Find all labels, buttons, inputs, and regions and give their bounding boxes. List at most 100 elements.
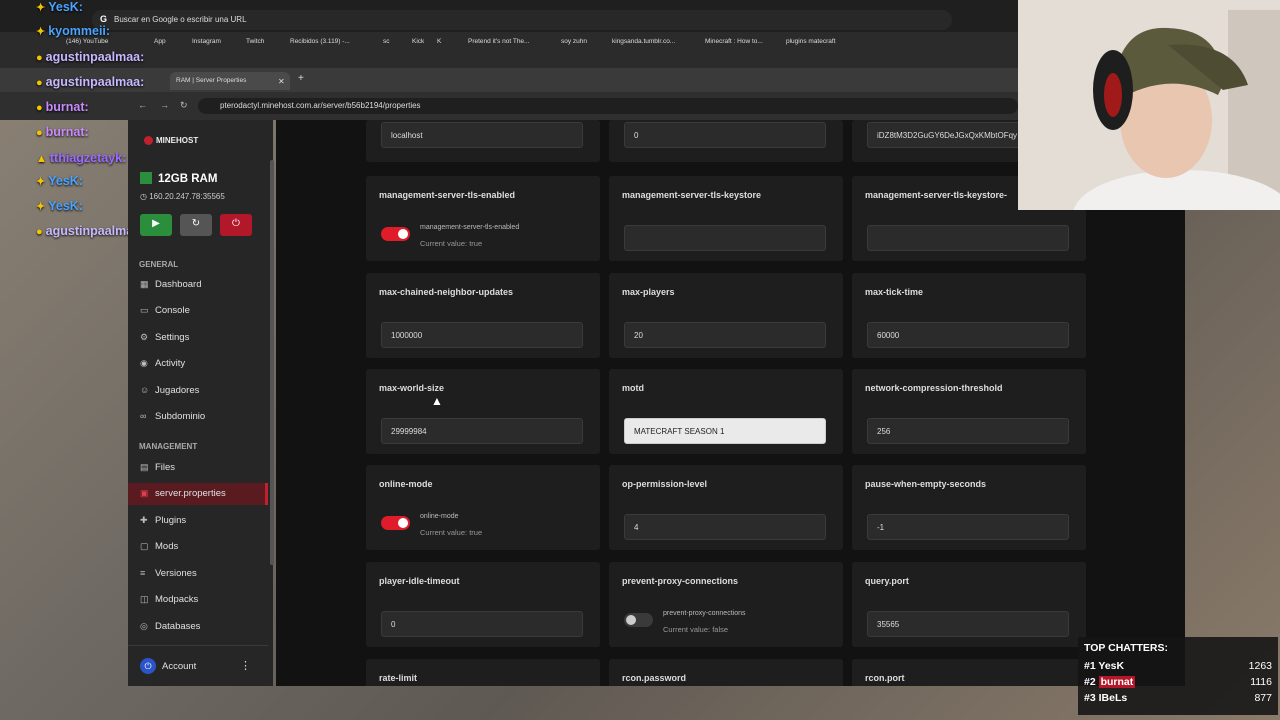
stop-button[interactable]: ⏻: [220, 214, 252, 236]
property-label: max-world-size: [379, 383, 445, 393]
sidebar-item-dashboard[interactable]: ▦ Dashboard: [128, 274, 268, 296]
property-input[interactable]: [867, 225, 1069, 251]
property-input[interactable]: -1: [867, 514, 1069, 540]
sidebar-item-server-properties[interactable]: ▣ server.properties: [128, 483, 268, 505]
property-label: op-permission-level: [622, 479, 708, 489]
property-card: prevent-proxy-connections prevent-proxy-…: [609, 562, 843, 647]
versions-icon: ≡: [140, 568, 146, 578]
toggle-name: online-mode: [420, 513, 459, 520]
badge-icon: ✦: [36, 26, 46, 38]
chat-message: ✦ YesK:: [36, 0, 83, 14]
property-card: 0: [609, 120, 843, 162]
property-card: pause-when-empty-seconds -1: [852, 465, 1086, 550]
property-card: player-idle-timeout 0: [366, 562, 600, 647]
management-section-header: MANAGEMENT: [139, 442, 198, 451]
url-field[interactable]: pterodactyl.minehost.com.ar/server/b56b2…: [198, 98, 1018, 114]
toggle-knob: [626, 615, 636, 625]
sidebar-item-plugins[interactable]: ✚ Plugins: [128, 510, 268, 532]
property-label: management-server-tls-keystore: [622, 190, 762, 200]
terminal-icon: ▭: [140, 305, 149, 315]
property-card: online-mode online-mode Current value: t…: [366, 465, 600, 550]
property-card: localhost: [366, 120, 600, 162]
property-input[interactable]: 20: [624, 322, 826, 348]
sidebar-item-modpacks[interactable]: ◫ Modpacks: [128, 589, 268, 611]
property-label: max-chained-neighbor-updates: [379, 287, 514, 297]
property-label: network-compression-threshold: [865, 383, 1003, 393]
property-input[interactable]: 256: [867, 418, 1069, 444]
bookmark[interactable]: plugins matecraft: [786, 38, 836, 45]
bookmark[interactable]: soy zuhn: [561, 38, 587, 45]
account-avatar-icon: ⏻: [140, 658, 156, 674]
badge-icon: ●: [36, 127, 43, 139]
bookmark[interactable]: K: [437, 38, 441, 45]
sidebar-item-console[interactable]: ▭ Console: [128, 300, 268, 322]
property-input[interactable]: localhost: [381, 122, 583, 148]
more-options-icon[interactable]: ⋮: [240, 659, 251, 672]
chat-message: ● agustinpaalmaa:: [36, 50, 145, 64]
toggle-knob: [398, 518, 408, 528]
property-toggle[interactable]: [624, 613, 653, 627]
chat-message: ✦ kyommeii:: [36, 24, 111, 38]
property-input[interactable]: 0: [381, 611, 583, 637]
property-input[interactable]: 1000000: [381, 322, 583, 348]
toggle-current-value: Current value: true: [420, 239, 483, 248]
property-toggle[interactable]: [381, 516, 410, 530]
restart-button[interactable]: ↻: [180, 214, 212, 236]
property-label: prevent-proxy-connections: [622, 576, 739, 586]
badge-icon: ✦: [36, 2, 46, 14]
bookmark[interactable]: kingsanda.tumblr.co...: [612, 38, 675, 45]
bookmark[interactable]: sc: [383, 38, 390, 45]
property-label: rcon.password: [622, 673, 687, 683]
property-label: pause-when-empty-seconds: [865, 479, 987, 489]
minehost-logo[interactable]: MINEHOST: [144, 136, 198, 146]
property-card: rcon.port: [852, 659, 1086, 686]
property-input[interactable]: 60000: [867, 322, 1069, 348]
property-label: online-mode: [379, 479, 433, 489]
server-ip: ◷ 160.20.247.78:35565: [140, 192, 225, 201]
toggle-name: management-server-tls-enabled: [420, 224, 520, 231]
account-menu[interactable]: ⏻ Account ⋮: [128, 645, 268, 683]
sidebar-item-files[interactable]: ▤ Files: [128, 457, 268, 479]
bookmark[interactable]: Minecraft : How to...: [705, 38, 763, 45]
property-input[interactable]: 4: [624, 514, 826, 540]
gear-icon: ⚙: [140, 332, 149, 342]
toggle-name: prevent-proxy-connections: [663, 610, 746, 617]
property-label: motd: [622, 383, 644, 393]
bookmark[interactable]: Pretend it's not The...: [468, 38, 529, 45]
sidebar-item-versiones[interactable]: ≡ Versiones: [128, 563, 268, 585]
sidebar-item-activity[interactable]: ◉ Activity: [128, 353, 268, 375]
sidebar-item-jugadores[interactable]: ☺ Jugadores: [128, 380, 268, 402]
property-card: max-chained-neighbor-updates 1000000: [366, 273, 600, 358]
new-tab-icon[interactable]: +: [298, 73, 304, 84]
top-chatters-header: TOP CHATTERS:: [1084, 642, 1169, 654]
top-chatters-panel: TOP CHATTERS: #1 YesK 1263 #2 burnat 111…: [1078, 637, 1278, 715]
property-toggle[interactable]: [381, 227, 410, 241]
sidebar-item-settings[interactable]: ⚙ Settings: [128, 327, 268, 349]
property-label: rcon.port: [865, 673, 905, 683]
webcam-overlay: [1018, 0, 1280, 210]
sidebar-item-mods[interactable]: ▢ Mods: [128, 536, 268, 558]
folder-icon: ▤: [140, 462, 149, 472]
property-card: query.port 35565: [852, 562, 1086, 647]
sidebar-scrollbar[interactable]: [270, 160, 274, 565]
property-input[interactable]: 29999984: [381, 418, 583, 444]
property-card: max-players 20: [609, 273, 843, 358]
start-button[interactable]: ▶: [140, 214, 172, 236]
property-input[interactable]: [624, 225, 826, 251]
server-status-icon: [140, 172, 152, 184]
general-section-header: GENERAL: [139, 260, 179, 269]
link-icon: ∞: [140, 411, 147, 421]
badge-icon: ✦: [36, 176, 46, 188]
toggle-current-value: Current value: true: [420, 528, 483, 537]
mouse-cursor-icon: ▲: [431, 394, 443, 408]
property-input[interactable]: 0: [624, 122, 826, 148]
bookmark[interactable]: Kick: [412, 38, 424, 45]
sidebar-item-subdominio[interactable]: ∞ Subdominio: [128, 406, 268, 428]
property-label: player-idle-timeout: [379, 576, 460, 586]
motd-input[interactable]: MATECRAFT SEASON 1: [624, 418, 826, 444]
sidebar-item-databases[interactable]: ◎ Databases: [128, 616, 268, 638]
bookmark[interactable]: Recibidos (3.119) -...: [290, 38, 350, 45]
property-input[interactable]: 35565: [867, 611, 1069, 637]
badge-icon: ●: [36, 77, 43, 89]
property-label: rate-limit: [379, 673, 418, 683]
